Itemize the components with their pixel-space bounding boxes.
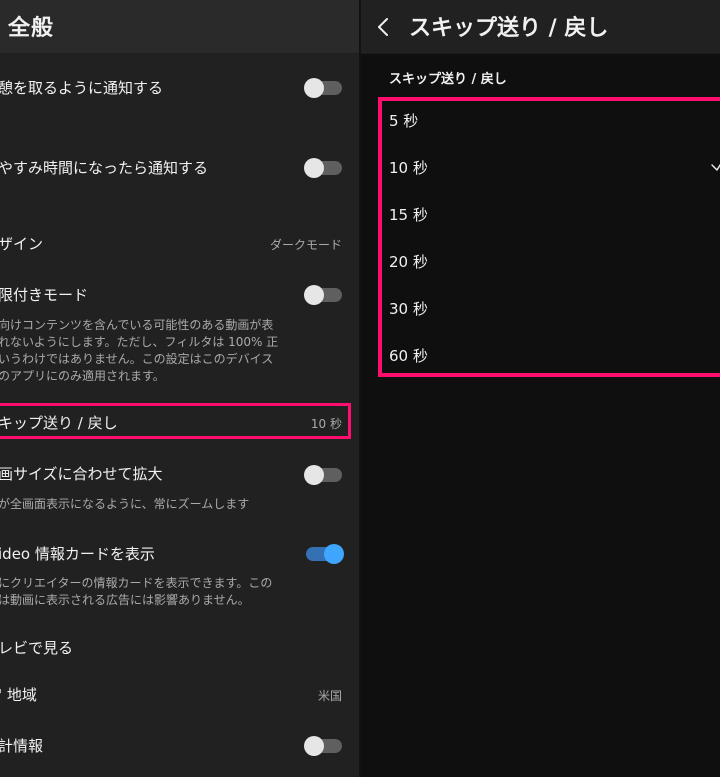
row-title: 画サイズに合わせて拡大 [0, 465, 163, 483]
option-5-sec[interactable]: 5 秒 [389, 110, 418, 131]
row-title: 憩を取るように通知する [0, 79, 164, 97]
toggle-knob [304, 158, 324, 178]
row-description: が全画面表示になるように、常にズームします [0, 497, 250, 511]
row-title: 計情報 [0, 737, 44, 755]
bedtime-toggle[interactable] [304, 158, 342, 178]
page-title: スキップ送り / 戻し [409, 16, 609, 41]
row-title: 限付きモード [0, 286, 89, 304]
row-title: ザイン [0, 235, 44, 253]
take-break-toggle[interactable] [304, 78, 342, 98]
option-30-sec[interactable]: 30 秒 [389, 298, 428, 319]
restricted-mode-toggle[interactable] [304, 285, 342, 305]
check-icon [711, 163, 720, 171]
row-title: やすみ時間になったら通知する [0, 159, 209, 177]
option-20-sec[interactable]: 20 秒 [389, 251, 428, 272]
row-title: レビで見る [0, 639, 74, 657]
page-title: 全般 [8, 16, 55, 41]
toggle-knob [304, 736, 324, 756]
appearance-value: ダークモード [269, 238, 342, 252]
skip-seek-panel: スキップ送り / 戻し スキップ送り / 戻し 5 秒 10 秒 15 秒 20… [361, 0, 720, 777]
row-title: ' 地域 [0, 686, 37, 704]
row-title: ideo 情報カードを表示 [0, 545, 155, 563]
skip-seek-highlight [0, 403, 351, 439]
row-description: 向けコンテンツを含んでいる可能性のある動画が表 れないようにします。ただし、フィ… [0, 318, 279, 383]
options-highlight [378, 97, 720, 377]
toggle-knob [304, 285, 324, 305]
toggle-knob [304, 465, 324, 485]
zoom-to-fill-toggle[interactable] [304, 465, 342, 485]
skip-seek-header: スキップ送り / 戻し [361, 0, 720, 54]
row-description: にクリエイターの情報カードを表示できます。この は動画に表示される広告には影響あ… [0, 576, 273, 607]
stats-toggle[interactable] [304, 736, 342, 756]
section-label: スキップ送り / 戻し [389, 72, 507, 87]
option-10-sec[interactable]: 10 秒 [389, 157, 428, 178]
toggle-knob [304, 78, 324, 98]
general-header: 全般 [0, 0, 359, 54]
general-settings-panel: 全般 憩を取るように通知する やすみ時間になったら通知する ザイン ダークモード… [0, 0, 359, 777]
chevron-left-icon[interactable] [373, 17, 393, 37]
info-cards-toggle[interactable] [306, 544, 344, 564]
location-value: 米国 [317, 689, 342, 703]
toggle-knob [324, 544, 344, 564]
option-60-sec[interactable]: 60 秒 [389, 345, 428, 366]
option-15-sec[interactable]: 15 秒 [389, 204, 428, 225]
split-screen: 全般 憩を取るように通知する やすみ時間になったら通知する ザイン ダークモード… [0, 0, 720, 777]
